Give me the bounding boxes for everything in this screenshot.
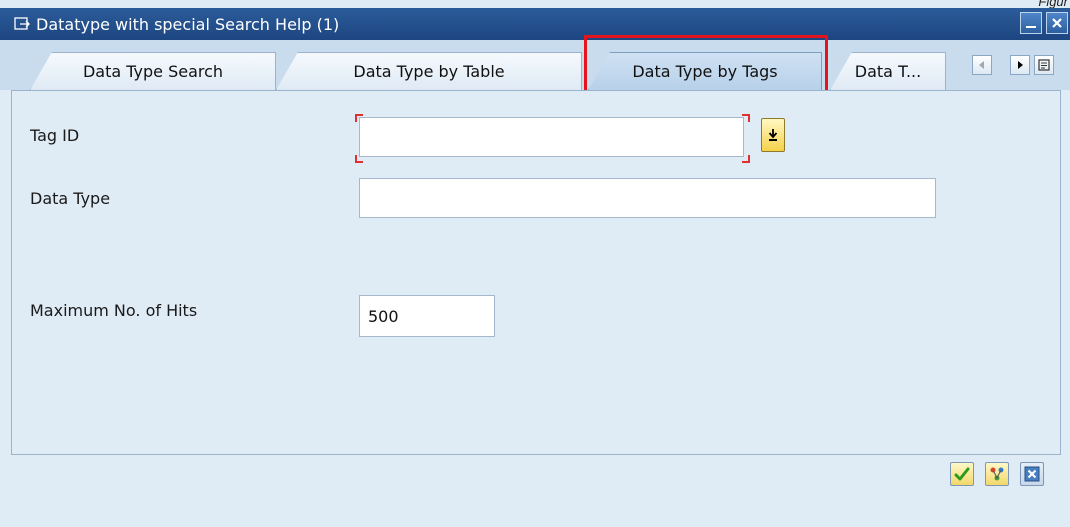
close-icon bbox=[1052, 18, 1062, 28]
dialog-icon bbox=[14, 17, 30, 30]
window-title: Datatype with special Search Help (1) bbox=[36, 14, 340, 34]
multiple-selection-icon bbox=[990, 467, 1004, 481]
tab-scroll-right-button[interactable] bbox=[1010, 55, 1030, 75]
tab-list-button[interactable] bbox=[1034, 55, 1054, 75]
cancel-button[interactable] bbox=[1020, 462, 1044, 486]
max-hits-input[interactable] bbox=[359, 295, 495, 337]
data-type-label: Data Type bbox=[30, 189, 111, 208]
data-type-input[interactable] bbox=[359, 178, 936, 218]
chevron-left-icon bbox=[979, 61, 984, 69]
required-marker bbox=[355, 114, 363, 122]
tab-data-type-by-table[interactable]: Data Type by Table bbox=[276, 52, 582, 90]
value-help-button[interactable] bbox=[761, 118, 785, 152]
multiple-selection-button[interactable] bbox=[985, 462, 1009, 486]
minimize-button[interactable] bbox=[1020, 12, 1042, 34]
required-marker bbox=[742, 114, 750, 122]
chevron-right-icon bbox=[1018, 61, 1023, 69]
tab-data-type-search[interactable]: Data Type Search bbox=[30, 52, 276, 90]
tab-list-icon bbox=[1038, 59, 1050, 71]
max-hits-label: Maximum No. of Hits bbox=[30, 301, 198, 320]
required-marker bbox=[742, 155, 750, 163]
confirm-button[interactable] bbox=[950, 462, 974, 486]
tab-label: Data Type by Table bbox=[353, 62, 505, 81]
tag-id-input[interactable] bbox=[359, 117, 744, 157]
close-button[interactable] bbox=[1046, 12, 1068, 34]
required-marker bbox=[355, 155, 363, 163]
tab-strip: Data Type Search Data Type by Table Data… bbox=[0, 40, 1070, 90]
value-help-icon bbox=[768, 129, 778, 141]
minimize-icon bbox=[1026, 26, 1036, 28]
tab-data-t-truncated[interactable]: Data T... bbox=[830, 52, 946, 90]
tab-label: Data T... bbox=[854, 62, 922, 81]
tab-scroll-left-button[interactable] bbox=[972, 55, 992, 75]
tag-id-label: Tag ID bbox=[30, 126, 80, 145]
tab-label: Data Type Search bbox=[82, 62, 224, 81]
window-titlebar: Datatype with special Search Help (1) bbox=[0, 8, 1070, 40]
cancel-icon bbox=[1024, 466, 1040, 482]
checkmark-icon bbox=[954, 467, 970, 481]
